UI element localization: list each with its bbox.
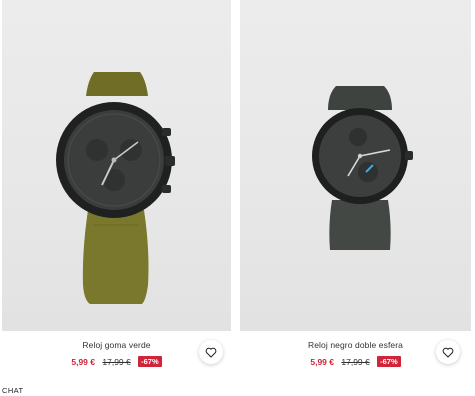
product-info: Reloj goma verde 5,99 € 17,99 € -67% [2,331,231,371]
favorite-button[interactable] [199,340,223,364]
product-name[interactable]: Reloj goma verde [2,340,231,350]
chat-link[interactable]: CHAT [2,386,23,395]
sale-price: 5,99 € [71,357,95,367]
product-info: Reloj negro doble esfera 5,99 € 17,99 € … [240,331,471,371]
watch-illustration [56,72,175,304]
favorite-button[interactable] [436,340,460,364]
original-price: 17,99 € [102,357,131,367]
product-card[interactable]: Reloj negro doble esfera 5,99 € 17,99 € … [240,0,471,371]
heart-icon [442,347,454,357]
price-row: 5,99 € 17,99 € -67% [240,356,471,367]
sale-price: 5,99 € [310,357,334,367]
discount-badge: -67% [138,356,162,367]
price-row: 5,99 € 17,99 € -67% [2,356,231,367]
product-card[interactable]: Reloj goma verde 5,99 € 17,99 € -67% [2,0,231,371]
heart-icon [205,347,217,357]
product-image[interactable] [240,0,471,331]
original-price: 17,99 € [341,357,370,367]
discount-badge: -67% [377,356,401,367]
product-image[interactable] [2,0,231,331]
watch-illustration [312,86,413,250]
